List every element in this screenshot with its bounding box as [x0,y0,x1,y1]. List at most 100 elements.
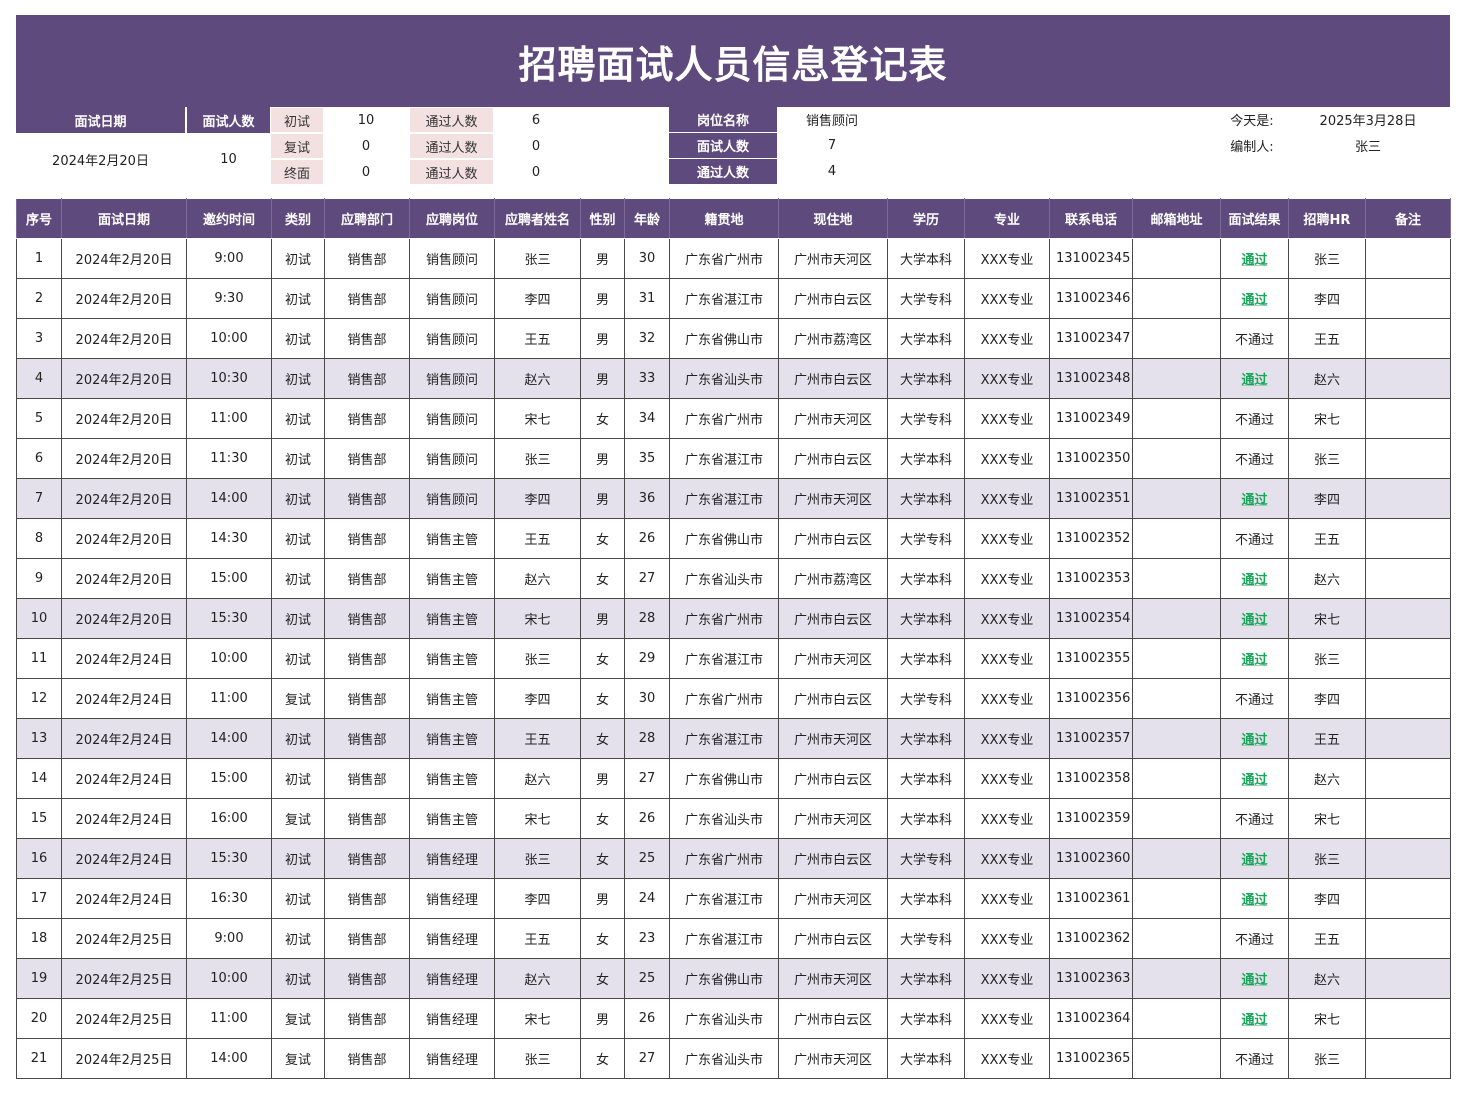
col-dept-cell[interactable]: 销售部 [324,438,410,479]
col-name-cell[interactable]: 张三 [494,838,581,879]
col-hometown-cell[interactable]: 广东省湛江市 [669,878,779,919]
col-type-cell[interactable]: 初试 [271,438,325,479]
col-index-cell[interactable]: 5 [16,398,62,439]
col-notes-cell[interactable] [1365,358,1451,399]
col-notes-cell[interactable] [1365,238,1451,279]
col-major-cell[interactable]: XXX专业 [964,438,1050,479]
col-name-cell[interactable]: 赵六 [494,758,581,799]
col-name-cell[interactable]: 李四 [494,478,581,519]
col-education-cell[interactable]: 大学专科 [887,398,965,439]
col-type-cell[interactable]: 初试 [271,958,325,999]
col-major-cell[interactable]: XXX专业 [964,358,1050,399]
col-age-cell[interactable]: 26 [624,998,670,1039]
col-index-cell[interactable]: 18 [16,918,62,959]
col-hr-cell[interactable]: 赵六 [1288,958,1366,999]
col-hr-cell[interactable]: 张三 [1288,638,1366,679]
col-type-cell[interactable]: 初试 [271,718,325,759]
col-result-cell[interactable]: 不通过 [1220,678,1289,719]
col-education-cell[interactable]: 大学专科 [887,838,965,879]
col-type-cell[interactable]: 初试 [271,558,325,599]
col-age-cell[interactable]: 28 [624,718,670,759]
col-age-header[interactable]: 年龄 [624,198,670,239]
col-time-cell[interactable]: 16:30 [186,878,272,919]
col-position-cell[interactable]: 销售顾问 [409,278,495,319]
col-index-cell[interactable]: 10 [16,598,62,639]
col-email-cell[interactable] [1132,678,1221,719]
col-result-cell[interactable]: 通过 [1220,998,1289,1039]
col-index-cell[interactable]: 6 [16,438,62,479]
col-education-cell[interactable]: 大学本科 [887,558,965,599]
col-date-cell[interactable]: 2024年2月20日 [61,598,187,639]
col-residence-cell[interactable]: 广州市白云区 [778,518,888,559]
col-email-cell[interactable] [1132,278,1221,319]
col-major-cell[interactable]: XXX专业 [964,838,1050,879]
col-email-cell[interactable] [1132,398,1221,439]
col-notes-cell[interactable] [1365,518,1451,559]
col-type-cell[interactable]: 初试 [271,238,325,279]
col-position-cell[interactable]: 销售经理 [409,878,495,919]
col-dept-cell[interactable]: 销售部 [324,998,410,1039]
col-dept-cell[interactable]: 销售部 [324,878,410,919]
col-gender-cell[interactable]: 男 [580,478,625,519]
col-hr-cell[interactable]: 宋七 [1288,398,1366,439]
col-phone-cell[interactable]: 131002365 [1049,1038,1133,1079]
col-hr-cell[interactable]: 赵六 [1288,358,1366,399]
col-result-cell[interactable]: 不通过 [1220,918,1289,959]
col-age-cell[interactable]: 35 [624,438,670,479]
col-name-cell[interactable]: 王五 [494,518,581,559]
col-type-cell[interactable]: 初试 [271,838,325,879]
col-type-cell[interactable]: 初试 [271,758,325,799]
col-residence-cell[interactable]: 广州市白云区 [778,598,888,639]
col-time-cell[interactable]: 9:30 [186,278,272,319]
col-result-cell[interactable]: 不通过 [1220,518,1289,559]
col-dept-cell[interactable]: 销售部 [324,678,410,719]
col-email-cell[interactable] [1132,718,1221,759]
col-education-cell[interactable]: 大学本科 [887,718,965,759]
col-date-header[interactable]: 面试日期 [61,198,187,239]
col-result-cell[interactable]: 通过 [1220,478,1289,519]
col-hr-cell[interactable]: 宋七 [1288,598,1366,639]
col-type-cell[interactable]: 初试 [271,358,325,399]
col-index-cell[interactable]: 11 [16,638,62,679]
col-notes-cell[interactable] [1365,998,1451,1039]
col-type-cell[interactable]: 复试 [271,998,325,1039]
col-result-cell[interactable]: 通过 [1220,958,1289,999]
col-index-cell[interactable]: 12 [16,678,62,719]
col-notes-cell[interactable] [1365,838,1451,879]
col-index-cell[interactable]: 19 [16,958,62,999]
col-gender-cell[interactable]: 女 [580,678,625,719]
col-dept-cell[interactable]: 销售部 [324,518,410,559]
col-email-cell[interactable] [1132,998,1221,1039]
col-date-cell[interactable]: 2024年2月20日 [61,318,187,359]
col-date-cell[interactable]: 2024年2月20日 [61,398,187,439]
col-name-cell[interactable]: 宋七 [494,798,581,839]
col-email-cell[interactable] [1132,918,1221,959]
col-gender-cell[interactable]: 女 [580,398,625,439]
col-name-cell[interactable]: 李四 [494,878,581,919]
col-gender-cell[interactable]: 女 [580,798,625,839]
col-hr-cell[interactable]: 王五 [1288,718,1366,759]
col-position-cell[interactable]: 销售经理 [409,998,495,1039]
col-result-cell[interactable]: 不通过 [1220,798,1289,839]
col-residence-cell[interactable]: 广州市白云区 [778,758,888,799]
col-major-cell[interactable]: XXX专业 [964,958,1050,999]
col-hometown-cell[interactable]: 广东省湛江市 [669,718,779,759]
col-result-cell[interactable]: 不通过 [1220,318,1289,359]
col-gender-cell[interactable]: 女 [580,838,625,879]
col-name-cell[interactable]: 宋七 [494,998,581,1039]
col-name-cell[interactable]: 张三 [494,638,581,679]
col-name-header[interactable]: 应聘者姓名 [494,198,581,239]
col-major-header[interactable]: 专业 [964,198,1050,239]
col-index-cell[interactable]: 2 [16,278,62,319]
col-age-cell[interactable]: 30 [624,238,670,279]
col-result-cell[interactable]: 通过 [1220,358,1289,399]
col-notes-cell[interactable] [1365,958,1451,999]
col-name-cell[interactable]: 赵六 [494,958,581,999]
col-phone-cell[interactable]: 131002355 [1049,638,1133,679]
col-phone-cell[interactable]: 131002353 [1049,558,1133,599]
col-notes-cell[interactable] [1365,558,1451,599]
col-dept-cell[interactable]: 销售部 [324,758,410,799]
col-age-cell[interactable]: 23 [624,918,670,959]
col-name-cell[interactable]: 宋七 [494,598,581,639]
col-time-cell[interactable]: 14:00 [186,718,272,759]
